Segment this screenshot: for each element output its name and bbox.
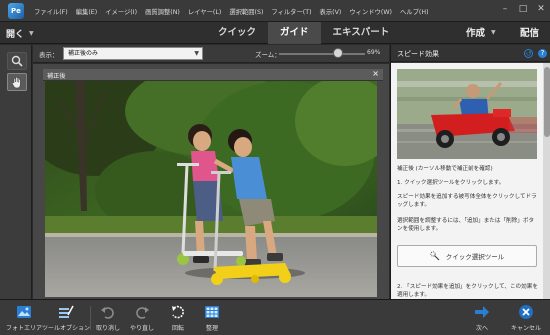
- canvas-area: 補正後 ×: [33, 64, 389, 299]
- tool-options-button[interactable]: ツールオプション: [42, 303, 90, 332]
- close-icon[interactable]: ×: [372, 69, 379, 78]
- organize-label: 整理: [205, 325, 218, 332]
- zoom-value: 69%: [367, 49, 381, 56]
- zoom-slider-track[interactable]: [279, 53, 365, 55]
- step1-text: 1. クイック選択ツールをクリックします。: [397, 180, 505, 186]
- step2-text: 2. 「スピード効果を追加」をクリックして、この効果を適用します。: [397, 284, 538, 298]
- magnifier-icon: [11, 55, 23, 67]
- cancel-label: キャンセル: [510, 325, 541, 332]
- photo-area-label: フォトエリア: [5, 325, 42, 332]
- window-controls: – □ ✕: [500, 4, 546, 14]
- photo-canvas[interactable]: [45, 81, 377, 297]
- panel-scrollbar-thumb[interactable]: [544, 67, 550, 137]
- panel-body: 補正後 (カーソル移動で補正前を確認) 1. クイック選択ツールをクリックします…: [391, 63, 543, 299]
- rotate-icon: [169, 303, 187, 321]
- view-select[interactable]: 補正後のみ ▼: [63, 47, 203, 60]
- hand-tool[interactable]: [7, 73, 27, 91]
- mode-tabs: クイック ガイド エキスパート: [206, 22, 401, 44]
- tab-expert[interactable]: エキスパート: [321, 22, 402, 44]
- preview-caption: 補正後 (カーソル移動で補正前を確認): [397, 166, 493, 172]
- menu-items: ファイル(F) 編集(E) イメージ(I) 画質調整(N) レイヤー(L) 選択…: [34, 0, 437, 22]
- panel-scrollbar[interactable]: [543, 63, 550, 299]
- step1-adjust-description: 選択範囲を調整するには、「追加」または「削除」ボタンを使用します。: [397, 218, 535, 232]
- document-tab-label: 補正後: [47, 73, 66, 80]
- menu-view[interactable]: 表示(V): [320, 7, 342, 16]
- document-tab[interactable]: 補正後 ×: [43, 69, 383, 81]
- cancel-icon: [517, 303, 535, 321]
- arrow-right-icon: [473, 303, 491, 321]
- menu-edit[interactable]: 編集(E): [76, 7, 98, 16]
- menu-enhance[interactable]: 画質調整(N): [145, 7, 180, 16]
- chevron-down-icon: ▼: [29, 29, 34, 37]
- panel-header: スピード効果 ↺ ?: [391, 45, 550, 62]
- quick-selection-tool-button[interactable]: クイック選択ツール: [397, 245, 537, 267]
- chevron-down-icon: ▼: [491, 28, 496, 36]
- bottom-bar: フォトエリア ツールオプション 取り消し やり直し 回転 整理 次へ キャンセル: [0, 299, 550, 335]
- undo-icon: [99, 303, 117, 321]
- minimize-icon[interactable]: –: [500, 4, 510, 14]
- quick-select-brush-icon: [430, 251, 440, 261]
- menu-bar: Pe ファイル(F) 編集(E) イメージ(I) 画質調整(N) レイヤー(L)…: [0, 0, 550, 22]
- step1-description: スピード効果を追加する被写体全体をクリックしてドラッグします。: [397, 194, 537, 208]
- panel-title: スピード効果: [397, 50, 439, 58]
- rotate-label: 回転: [171, 325, 184, 332]
- zoom-tool[interactable]: [7, 52, 27, 70]
- cancel-button[interactable]: キャンセル: [502, 303, 550, 332]
- organizer-icon: [203, 303, 221, 321]
- tool-options-icon: [57, 303, 75, 321]
- open-label: 開く: [6, 29, 25, 40]
- tab-guided[interactable]: ガイド: [268, 22, 321, 44]
- share-button[interactable]: 配信: [520, 25, 539, 39]
- undo-label: 取り消し: [95, 325, 120, 332]
- zoom-slider-thumb[interactable]: [333, 48, 344, 58]
- organize-button[interactable]: 整理: [188, 303, 236, 332]
- left-toolbar: [0, 45, 32, 299]
- app-logo: Pe: [8, 3, 24, 19]
- help-icon[interactable]: ?: [538, 49, 547, 58]
- redo-icon: [133, 303, 151, 321]
- tool-options-label: ツールオプション: [42, 325, 91, 332]
- next-label: 次へ: [475, 325, 488, 332]
- photo-bin-icon: [15, 303, 33, 321]
- redo-label: やり直し: [129, 325, 154, 332]
- view-select-value: 補正後のみ: [68, 50, 99, 57]
- photo-area-button[interactable]: フォトエリア: [0, 303, 48, 332]
- tab-quick[interactable]: クイック: [206, 22, 268, 44]
- mode-bar: 開く ▼ クイック ガイド エキスパート 作成 ▼ 配信: [0, 22, 550, 44]
- create-button[interactable]: 作成 ▼: [466, 25, 496, 39]
- menu-layer[interactable]: レイヤー(L): [188, 7, 221, 16]
- next-button[interactable]: 次へ: [458, 303, 506, 332]
- open-button[interactable]: 開く ▼: [6, 25, 34, 41]
- speed-effect-preview: [397, 69, 537, 159]
- menu-image[interactable]: イメージ(I): [105, 7, 137, 16]
- maximize-icon[interactable]: □: [518, 4, 528, 14]
- view-label: 表示：: [39, 51, 59, 59]
- menu-window[interactable]: ウィンドウ(W): [349, 7, 392, 16]
- close-window-icon[interactable]: ✕: [536, 4, 546, 14]
- chevron-down-icon: ▼: [194, 50, 199, 57]
- quick-selection-tool-label: クイック選択ツール: [445, 253, 505, 261]
- hand-icon: [12, 76, 21, 88]
- menu-file[interactable]: ファイル(F): [34, 7, 68, 16]
- menu-help[interactable]: ヘルプ(H): [400, 7, 429, 16]
- options-bar: 表示： 補正後のみ ▼ ズーム： 69%: [33, 45, 389, 63]
- menu-filter[interactable]: フィルター(T): [271, 7, 311, 16]
- create-label: 作成: [466, 28, 486, 39]
- photo-kids-scooter: [45, 81, 377, 297]
- zoom-label: ズーム：: [255, 51, 281, 59]
- guided-panel: スピード効果 ↺ ? 補正後 (カーソル移動で補正前を確認) 1. クイック選択…: [390, 45, 550, 299]
- reset-icon[interactable]: ↺: [524, 49, 533, 58]
- menu-select[interactable]: 選択範囲(S): [229, 7, 263, 16]
- preview-image: [397, 69, 537, 159]
